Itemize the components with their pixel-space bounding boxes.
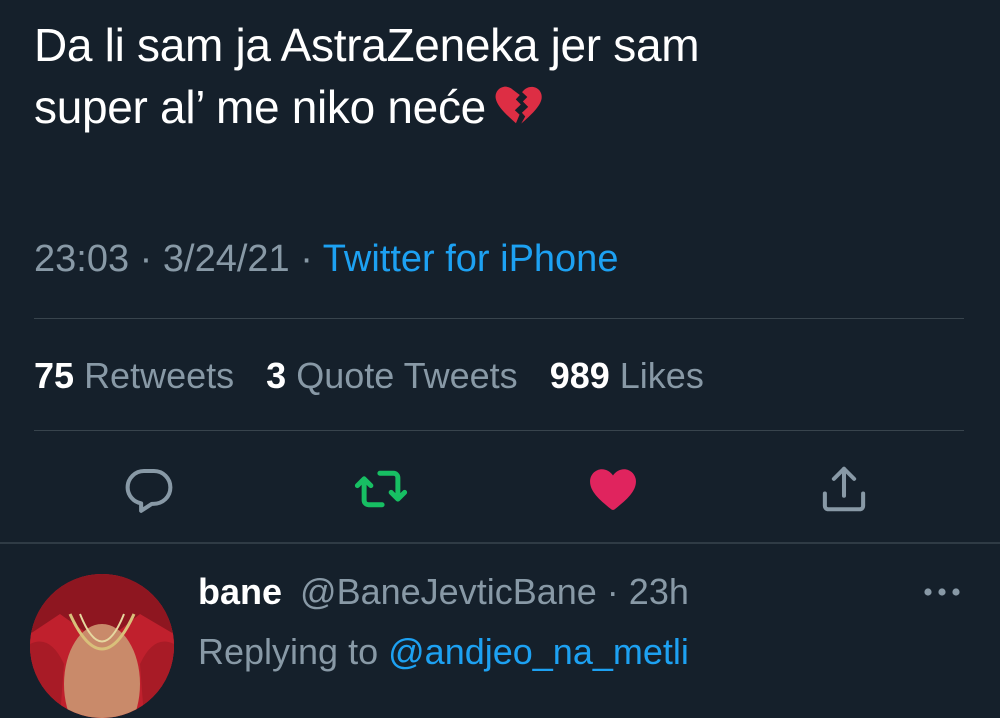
tweet-stats: 75 Retweets 3 Quote Tweets 989 Likes xyxy=(34,352,726,400)
retweets-label: Retweets xyxy=(84,355,235,396)
reply-header: bane @BaneJevticBane · 23h xyxy=(198,568,689,616)
tweet-text-line-1: Da li sam ja AstraZeneka jer sam xyxy=(34,19,700,71)
likes-label: Likes xyxy=(619,355,704,396)
reply-icon[interactable] xyxy=(122,462,176,516)
tweet-actions xyxy=(0,462,1000,516)
reply-author-name[interactable]: bane xyxy=(198,571,282,612)
reply-author-handle[interactable]: @BaneJevticBane xyxy=(300,571,597,612)
tweet-source-link[interactable]: Twitter for iPhone xyxy=(323,238,619,280)
meta-separator-1: · xyxy=(139,238,153,280)
tweet-text: Da li sam ja AstraZeneka jer sam super a… xyxy=(34,14,934,138)
retweet-icon[interactable] xyxy=(354,462,408,516)
section-divider xyxy=(0,542,1000,544)
tweet-date[interactable]: 3/24/21 xyxy=(163,238,290,280)
retweets-count: 75 xyxy=(34,355,75,396)
likes-count: 989 xyxy=(549,355,610,396)
tweet-meta: 23:03 · 3/24/21 · Twitter for iPhone xyxy=(34,234,618,284)
divider-bottom xyxy=(34,430,964,431)
share-icon[interactable] xyxy=(817,462,871,516)
likes-stat[interactable]: 989 Likes xyxy=(550,355,704,396)
tweet-text-line-2: super al’ me niko neće xyxy=(34,76,934,138)
reply-tweet[interactable]: bane @BaneJevticBane · 23h Replying to @… xyxy=(0,546,1000,718)
quote-tweets-stat[interactable]: 3 Quote Tweets xyxy=(266,355,518,396)
avatar[interactable] xyxy=(30,574,174,718)
tweet-text-line-2-content: super al’ me niko neće xyxy=(34,81,486,133)
meta-separator-2: · xyxy=(300,238,313,280)
reply-separator: · xyxy=(606,571,619,612)
reply-time[interactable]: 23h xyxy=(629,571,689,612)
tweet-time: 23:03 xyxy=(34,238,130,280)
divider-top xyxy=(34,318,964,319)
avatar-image xyxy=(30,574,174,718)
replying-to: Replying to @andjeo_na_metli xyxy=(198,628,689,676)
like-icon[interactable] xyxy=(586,462,640,516)
quote-tweets-label: Quote Tweets xyxy=(296,355,518,396)
quote-tweets-count: 3 xyxy=(266,355,287,396)
broken-heart-icon xyxy=(495,86,542,124)
more-icon[interactable] xyxy=(920,582,964,602)
retweets-stat[interactable]: 75 Retweets xyxy=(34,355,234,396)
